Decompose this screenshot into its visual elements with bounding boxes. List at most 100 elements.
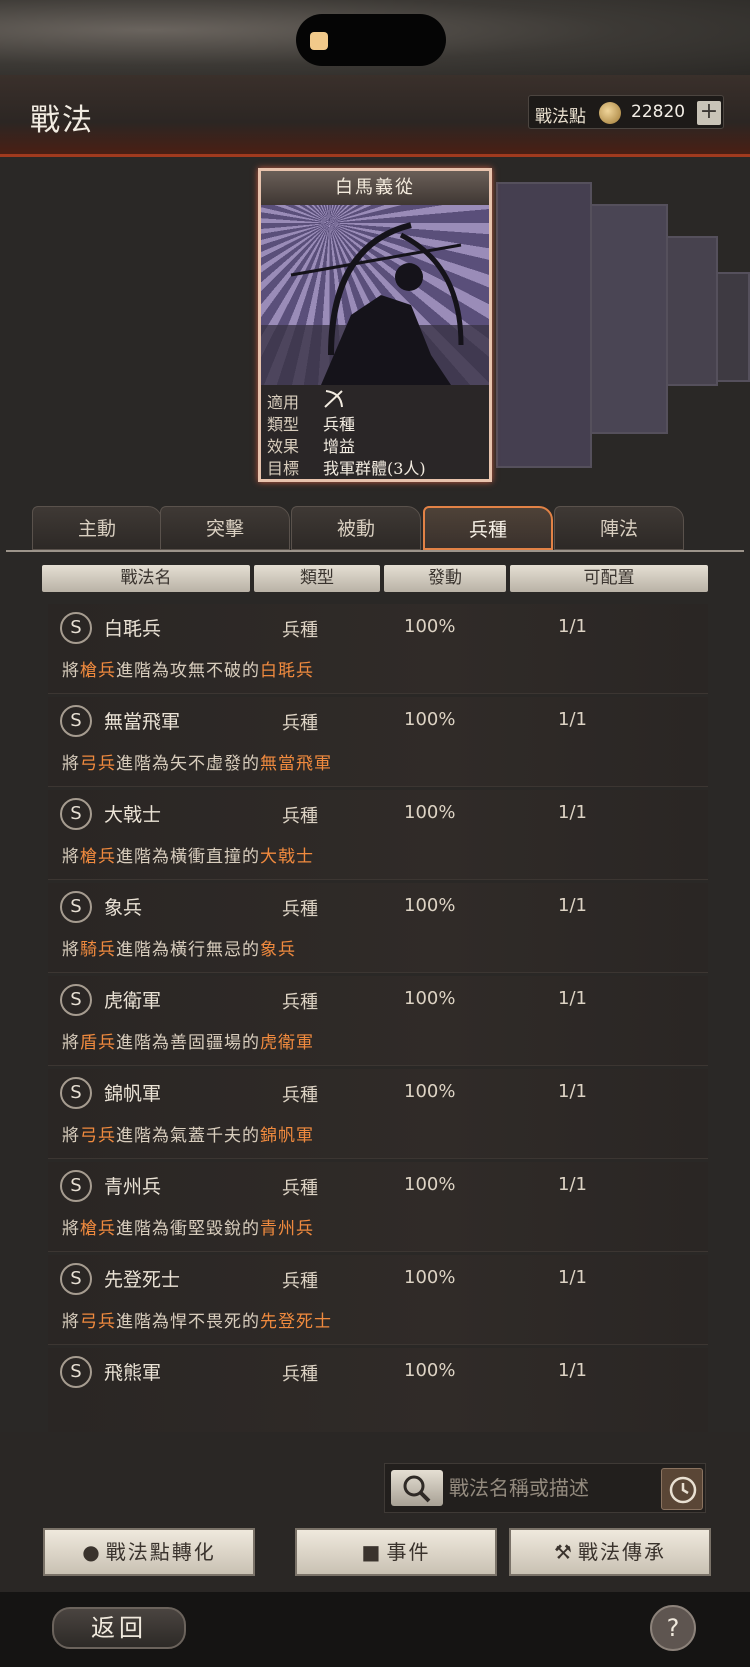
- info-key: 效果: [267, 437, 300, 456]
- event-icon: ■: [361, 1540, 383, 1564]
- tactic-name: 虎衛軍: [104, 990, 162, 1012]
- events-button[interactable]: ■ 事件: [295, 1528, 497, 1576]
- tactic-slots: 1/1: [558, 616, 587, 637]
- grade-badge: S: [60, 612, 92, 644]
- tactic-name: 飛熊軍: [104, 1362, 162, 1384]
- tactic-description: 將騎兵進階為橫行無忌的象兵: [62, 940, 296, 960]
- tactic-name: 先登死士: [104, 1269, 181, 1291]
- tab-formation[interactable]: 陣法: [554, 506, 684, 550]
- list-item[interactable]: S 先登死士 兵種 100% 1/1 將弓兵進階為悍不畏死的先登死士: [48, 1255, 708, 1345]
- tactic-points-box: 戰法點 22820 +: [528, 95, 724, 129]
- tab-assault[interactable]: 突擊: [160, 506, 290, 550]
- tactic-rate: 100%: [404, 802, 456, 823]
- column-header-type[interactable]: 類型: [254, 565, 380, 592]
- tab-passive[interactable]: 被動: [291, 506, 421, 550]
- tab-divider: [6, 550, 744, 552]
- tactic-type: 兵種: [282, 1364, 318, 1385]
- tactic-description: 將盾兵進階為善固疆場的虎衛軍: [62, 1033, 314, 1053]
- page-title: 戰法: [30, 103, 94, 138]
- tactic-type: 兵種: [282, 899, 318, 920]
- tactic-name: 象兵: [104, 897, 143, 919]
- tactic-description: 將槍兵進階為衝堅毀銳的青州兵: [62, 1219, 314, 1239]
- help-button[interactable]: ?: [650, 1605, 696, 1651]
- tab-troop-type[interactable]: 兵種: [423, 506, 553, 550]
- tactic-name: 大戟士: [104, 804, 162, 826]
- tactic-slots: 1/1: [558, 895, 587, 916]
- search-button[interactable]: [391, 1470, 443, 1506]
- inherit-tactic-button[interactable]: ⚒ 戰法傳承: [509, 1528, 711, 1576]
- column-header-trigger[interactable]: 發動: [384, 565, 506, 592]
- tactic-rate: 100%: [404, 709, 456, 730]
- back-button[interactable]: 返回: [52, 1607, 186, 1649]
- header-bar: 戰法 戰法點 22820 +: [0, 75, 750, 157]
- grade-badge: S: [60, 1263, 92, 1295]
- convert-points-label: 戰法點轉化: [105, 1540, 216, 1564]
- flame-icon: ●: [82, 1540, 102, 1564]
- tactic-rate: 100%: [404, 616, 456, 637]
- history-button[interactable]: [661, 1468, 703, 1510]
- grade-badge: S: [60, 1170, 92, 1202]
- list-item[interactable]: S 青州兵 兵種 100% 1/1 將槍兵進階為衝堅毀銳的青州兵: [48, 1162, 708, 1252]
- tactic-rate: 100%: [404, 1081, 456, 1102]
- tactic-name: 錦帆軍: [104, 1083, 162, 1105]
- card-preview-2[interactable]: [496, 182, 592, 468]
- tactic-rate: 100%: [404, 1360, 456, 1381]
- grade-badge: S: [60, 1356, 92, 1388]
- grade-badge: S: [60, 891, 92, 923]
- tactic-type: 兵種: [282, 806, 318, 827]
- coin-icon: [599, 102, 621, 124]
- clock-icon: [669, 1476, 697, 1504]
- bow-icon: [323, 389, 345, 413]
- notification-icon: [310, 32, 328, 50]
- status-pill: [296, 14, 446, 66]
- tactic-slots: 1/1: [558, 1174, 587, 1195]
- info-key: 目標: [267, 459, 300, 478]
- info-value: 增益: [323, 437, 356, 456]
- selected-tactic-card[interactable]: 白馬義從 適用 類型 兵種 效果 增益 目標 我軍群體(3人): [258, 168, 492, 482]
- search-input[interactable]: [449, 1470, 639, 1506]
- tactic-type: 兵種: [282, 992, 318, 1013]
- grade-badge: S: [60, 1077, 92, 1109]
- tactic-rate: 100%: [404, 895, 456, 916]
- tactic-slots: 1/1: [558, 709, 587, 730]
- info-value: 兵種: [323, 415, 356, 434]
- grade-badge: S: [60, 984, 92, 1016]
- info-row-effect: 效果 增益: [267, 433, 487, 456]
- tactic-list[interactable]: S 白毦兵 兵種 100% 1/1 將槍兵進階為攻無不破的白毦兵 S 無當飛軍 …: [8, 604, 733, 1432]
- tactic-slots: 1/1: [558, 988, 587, 1009]
- tactic-description: 將弓兵進階為矢不虛發的無當飛軍: [62, 754, 332, 774]
- list-item[interactable]: S 象兵 兵種 100% 1/1 將騎兵進階為橫行無忌的象兵: [48, 883, 708, 973]
- card-info-panel: 適用 類型 兵種 效果 增益 目標 我軍群體(3人): [261, 385, 489, 479]
- column-header-slots[interactable]: 可配置: [510, 565, 708, 592]
- add-points-button[interactable]: +: [697, 101, 721, 125]
- tactic-name: 無當飛軍: [104, 711, 181, 733]
- archer-silhouette: [261, 222, 489, 385]
- grade-badge: S: [60, 705, 92, 737]
- inherit-tactic-label: 戰法傳承: [577, 1540, 666, 1564]
- tactic-slots: 1/1: [558, 1267, 587, 1288]
- search-bar: [384, 1463, 706, 1513]
- info-key: 類型: [267, 415, 300, 434]
- list-item[interactable]: S 白毦兵 兵種 100% 1/1 將槍兵進階為攻無不破的白毦兵: [48, 604, 708, 694]
- card-illustration: [261, 205, 489, 385]
- info-key: 適用: [267, 393, 300, 412]
- list-item[interactable]: S 錦帆軍 兵種 100% 1/1 將弓兵進階為氣蓋千夫的錦帆軍: [48, 1069, 708, 1159]
- tactic-type: 兵種: [282, 620, 318, 641]
- tactic-rate: 100%: [404, 1267, 456, 1288]
- hammer-icon: ⚒: [554, 1540, 574, 1564]
- tactic-type: 兵種: [282, 1085, 318, 1106]
- list-item[interactable]: S 大戟士 兵種 100% 1/1 將槍兵進階為橫衝直撞的大戟士: [48, 790, 708, 880]
- list-item[interactable]: S 無當飛軍 兵種 100% 1/1 將弓兵進階為矢不虛發的無當飛軍: [48, 697, 708, 787]
- list-item[interactable]: S 飛熊軍 兵種 100% 1/1: [48, 1348, 708, 1432]
- convert-points-button[interactable]: ● 戰法點轉化: [43, 1528, 255, 1576]
- list-item[interactable]: S 虎衛軍 兵種 100% 1/1 將盾兵進階為善固疆場的虎衛軍: [48, 976, 708, 1066]
- tactic-description: 將弓兵進階為悍不畏死的先登死士: [62, 1312, 332, 1332]
- column-header-name[interactable]: 戰法名: [42, 565, 250, 592]
- points-label: 戰法點: [535, 107, 586, 127]
- tactic-description: 將槍兵進階為橫衝直撞的大戟士: [62, 847, 314, 867]
- info-value: 我軍群體(3人): [323, 459, 426, 478]
- tab-active-skill[interactable]: 主動: [32, 506, 162, 550]
- info-row-target: 目標 我軍群體(3人): [267, 455, 487, 478]
- search-icon: [403, 1475, 431, 1503]
- tactic-name: 白毦兵: [104, 618, 162, 640]
